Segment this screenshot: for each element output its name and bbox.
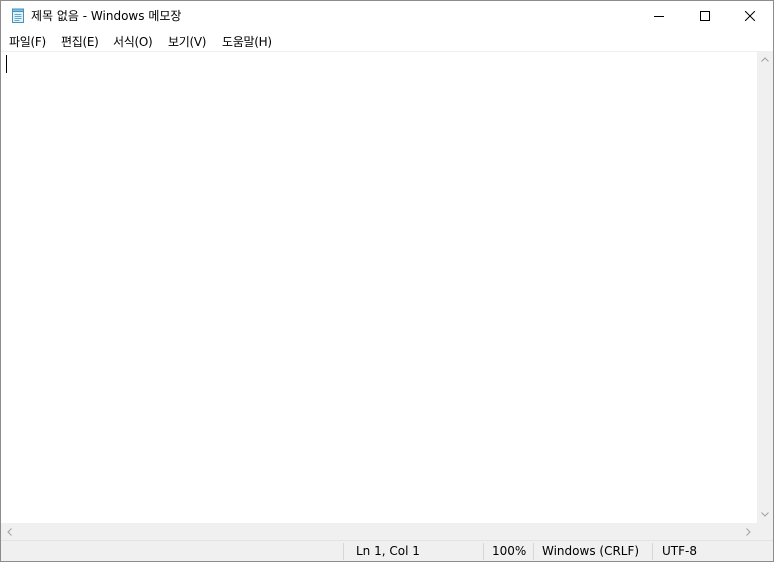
vertical-scrollbar[interactable] [757,51,773,523]
text-caret [6,55,7,73]
title-bar[interactable]: 제목 없음 - Windows 메모장 [1,1,773,31]
status-divider [652,543,653,560]
menu-view[interactable]: 보기(V) [168,33,206,51]
scroll-right-button[interactable] [740,523,757,540]
menu-help[interactable]: 도움말(H) [222,33,272,51]
chevron-up-icon [761,57,769,62]
minimize-icon [654,16,664,17]
window-title: 제목 없음 - Windows 메모장 [31,9,182,23]
minimize-button[interactable] [636,1,682,31]
status-zoom: 100% [492,544,527,558]
status-divider [343,543,344,560]
menu-format[interactable]: 서식(O) [113,33,153,51]
menu-file[interactable]: 파일(F) [9,33,46,51]
status-divider [483,543,484,560]
menu-edit[interactable]: 편집(E) [61,33,99,51]
close-button[interactable] [727,1,773,31]
chevron-left-icon [7,527,12,536]
status-encoding: UTF-8 [662,544,697,558]
scroll-down-button[interactable] [757,506,773,523]
notepad-icon[interactable] [10,8,26,24]
scroll-left-button[interactable] [1,523,18,540]
status-divider [533,543,534,560]
maximize-icon [700,11,710,21]
close-icon [745,11,755,21]
horizontal-scrollbar[interactable] [1,523,757,540]
status-bar: Ln 1, Col 1 100% Windows (CRLF) UTF-8 [1,540,773,561]
status-position: Ln 1, Col 1 [356,544,420,558]
menu-bar: 파일(F) 편집(E) 서식(O) 보기(V) 도움말(H) [1,31,773,51]
scrollbar-corner [757,523,773,540]
chevron-down-icon [761,512,769,517]
text-editor[interactable] [1,51,757,523]
chevron-right-icon [746,527,751,536]
status-line-ending: Windows (CRLF) [542,544,640,558]
scroll-up-button[interactable] [757,51,773,68]
maximize-button[interactable] [682,1,728,31]
notepad-window: 제목 없음 - Windows 메모장 파일(F) 편집(E) 서식(O) 보기… [0,0,774,562]
